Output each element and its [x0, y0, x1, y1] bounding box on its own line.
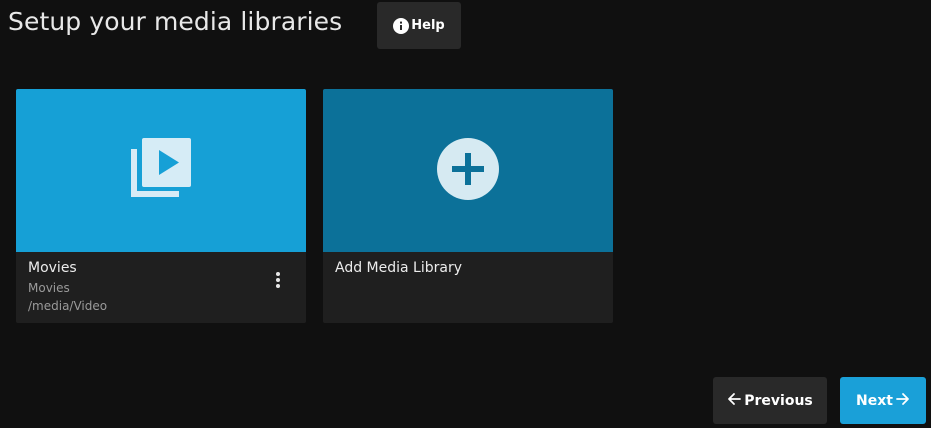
previous-button-label: Previous [744, 392, 813, 409]
add-library-card-image[interactable] [323, 89, 613, 252]
page-title: Setup your media libraries [8, 7, 343, 36]
next-button-label: Next [856, 392, 893, 409]
add-circle-icon [436, 137, 500, 205]
previous-button[interactable]: Previous [713, 377, 827, 424]
library-type: Movies [28, 281, 70, 295]
info-circle-icon [393, 17, 410, 34]
library-name: Movies [28, 260, 77, 276]
add-library-card[interactable]: Add Media Library [323, 89, 613, 323]
wizard-page: Setup your media libraries Help Movies M… [0, 0, 931, 428]
help-button[interactable]: Help [377, 2, 461, 49]
arrow-right-icon [896, 392, 910, 410]
help-button-label: Help [411, 18, 445, 33]
next-button[interactable]: Next [840, 377, 926, 424]
library-path: /media/Video [28, 299, 108, 313]
add-library-card-footer: Add Media Library [323, 252, 613, 323]
video-library-icon [129, 137, 193, 205]
arrow-left-icon [727, 392, 742, 410]
library-card-movies[interactable]: Movies Movies /media/Video [16, 89, 306, 323]
library-menu-button[interactable] [268, 272, 288, 292]
library-card-footer: Movies Movies /media/Video [16, 252, 306, 323]
add-library-label: Add Media Library [335, 260, 463, 276]
library-card-image[interactable] [16, 89, 306, 252]
more-vertical-icon [276, 272, 280, 292]
